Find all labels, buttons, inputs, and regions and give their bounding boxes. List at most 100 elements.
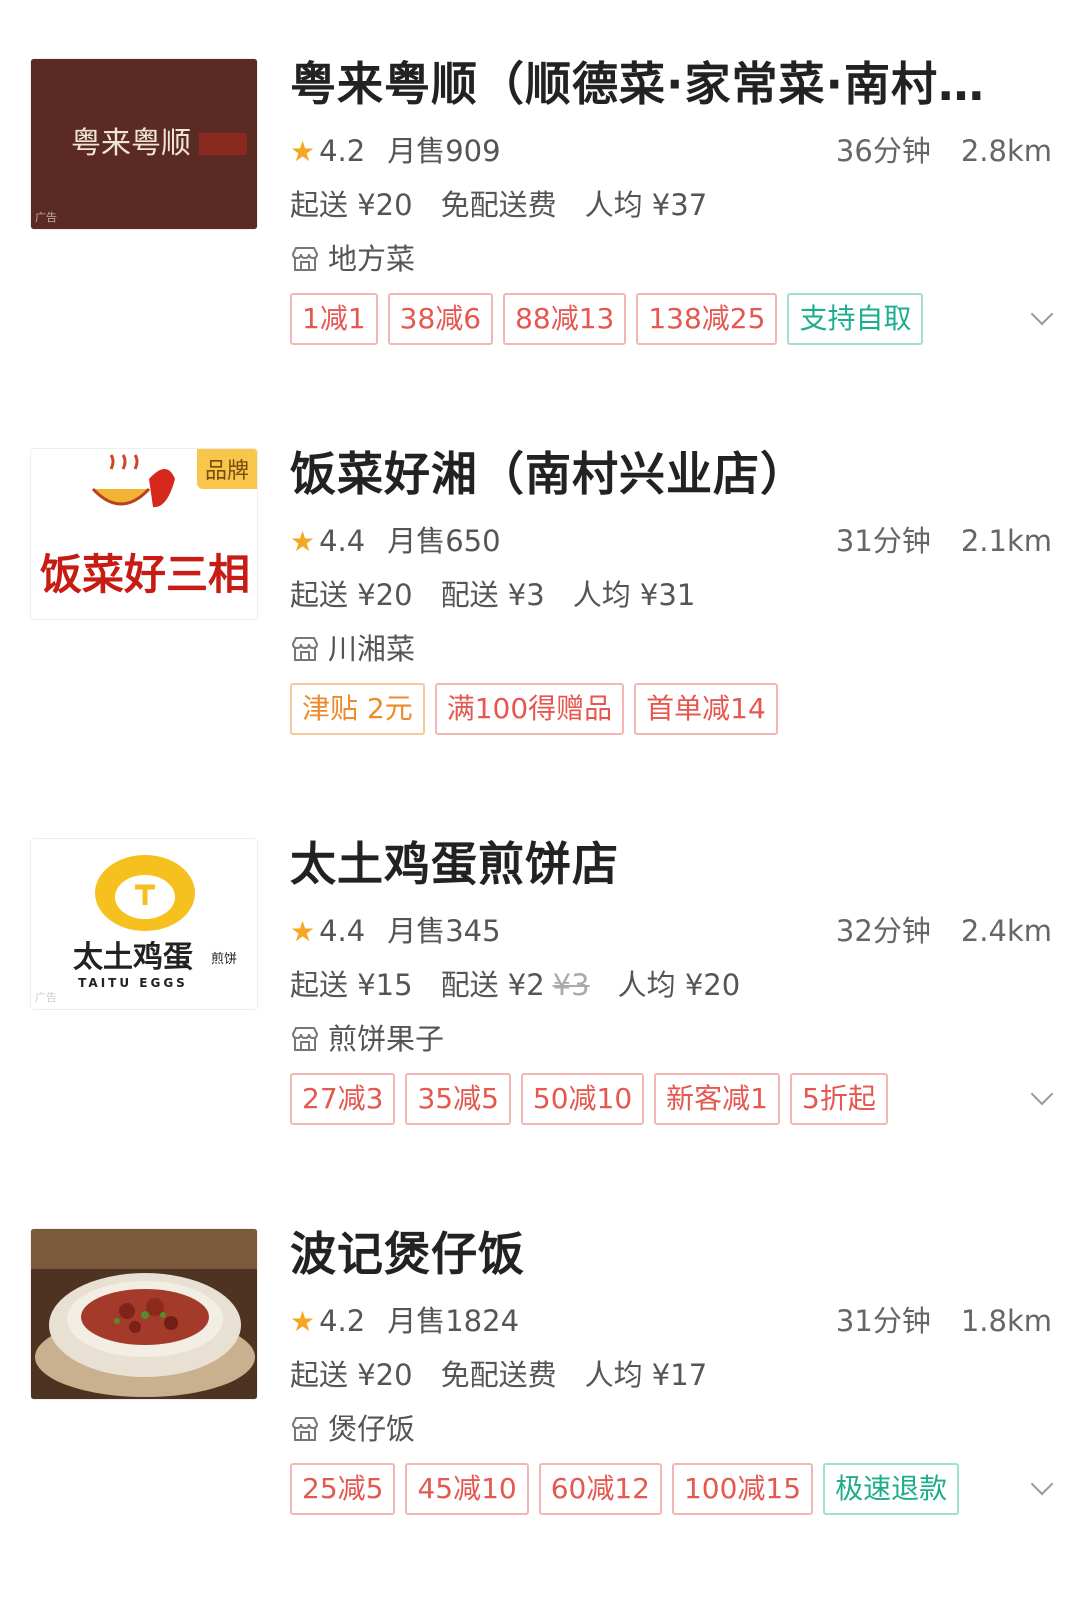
category: 地方菜 xyxy=(328,242,416,276)
store-info: 波记煲仔饭 ★ 4.2 月售1824 31分钟 1.8km 起送 ¥20 免配送费 人均 … xyxy=(290,1228,1060,1528)
promo-tags: 1减1 38减6 88减13 138减25 支持自取 xyxy=(290,293,924,345)
category: 川湘菜 xyxy=(328,632,416,666)
store-food-image xyxy=(31,1229,257,1399)
promo-tag[interactable]: 25减5 xyxy=(290,1463,396,1515)
rating: 4.2 xyxy=(319,1304,366,1338)
delivery-fee: 免配送费 xyxy=(440,188,557,222)
store-logo-image: 粤来粤顺 xyxy=(31,59,257,229)
store-name[interactable]: 饭菜好湘（南村兴业店） xyxy=(290,448,1040,500)
monthly-sales: 月售345 xyxy=(387,914,501,948)
star-icon: ★ xyxy=(290,1305,316,1338)
store-logo-image: 太土鸡蛋 煎饼 TAITU EGGS xyxy=(31,839,257,1009)
store-list: 粤来粤顺 广告 粤来粤顺（顺德菜·家常菜·南村… ★ 4.2 月售909 36分钟 2… xyxy=(0,0,1080,1554)
min-order: 起送 ¥20 xyxy=(290,188,413,222)
store-name[interactable]: 粤来粤顺（顺德菜·家常菜·南村… xyxy=(290,58,1040,110)
promo-tag[interactable]: 5折起 xyxy=(790,1073,888,1125)
store-info: 饭菜好湘（南村兴业店） ★ 4.4 月售650 31分钟 2.1km 起送 ¥20 配送… xyxy=(290,448,1060,748)
pickup-tag[interactable]: 支持自取 xyxy=(787,293,924,345)
promo-tag[interactable]: 60减12 xyxy=(538,1463,662,1515)
logo-text: 太土鸡蛋 xyxy=(73,940,193,975)
min-order: 起送 ¥15 xyxy=(290,968,413,1002)
store-thumbnail[interactable] xyxy=(30,1228,258,1400)
distance: 1.8km xyxy=(960,1304,1052,1338)
monthly-sales: 月售909 xyxy=(387,134,501,168)
subsidy-tag[interactable]: 津贴 2元 xyxy=(290,683,425,735)
rating-row: ★ 4.2 月售909 36分钟 2.8km xyxy=(290,128,1052,170)
promo-tag[interactable]: 35减5 xyxy=(405,1073,511,1125)
store-card[interactable]: 饭菜好三相 品牌 饭菜好湘（南村兴业店） ★ 4.4 月售650 31分钟 2.1km… xyxy=(0,448,1080,838)
promo-tag[interactable]: 27减3 xyxy=(290,1073,396,1125)
delivery-time: 31分钟 xyxy=(835,524,931,558)
store-card[interactable]: 波记煲仔饭 ★ 4.2 月售1824 31分钟 1.8km 起送 ¥20 免配送费 人均 … xyxy=(0,1228,1080,1618)
delivery-fee: 配送 ¥2 xyxy=(440,968,545,1002)
min-order: 起送 ¥20 xyxy=(290,578,413,612)
refund-tag[interactable]: 极速退款 xyxy=(823,1463,960,1515)
star-icon: ★ xyxy=(290,915,316,948)
star-icon: ★ xyxy=(290,135,316,168)
ad-label: 广告 xyxy=(35,211,57,224)
per-capita: 人均 ¥37 xyxy=(584,188,708,222)
logo-text: 粤来粤顺 xyxy=(71,126,191,161)
star-icon: ★ xyxy=(290,525,316,558)
delivery-fee: 免配送费 xyxy=(440,1358,557,1392)
rating: 4.2 xyxy=(319,134,366,168)
promo-tag[interactable]: 50减10 xyxy=(520,1073,645,1125)
min-order: 起送 ¥20 xyxy=(290,1358,413,1392)
delivery-time: 36分钟 xyxy=(835,134,931,168)
per-capita: 人均 ¥31 xyxy=(572,578,696,612)
monthly-sales: 月售1824 xyxy=(387,1304,520,1338)
logo-subtext: TAITU EGGS xyxy=(78,976,188,990)
rating-row: ★ 4.2 月售1824 31分钟 1.8km xyxy=(290,1298,1052,1340)
store-name[interactable]: 太土鸡蛋煎饼店 xyxy=(290,838,1040,890)
brand-badge: 品牌 xyxy=(196,449,257,489)
promo-tag[interactable]: 45减10 xyxy=(405,1463,529,1515)
rating: 4.4 xyxy=(319,914,366,948)
rating: 4.4 xyxy=(319,524,366,558)
category-row: 地方菜 xyxy=(290,236,415,278)
promo-tags: 25减5 45减10 60减12 100减15 极速退款 xyxy=(290,1463,960,1515)
shop-icon xyxy=(291,1027,319,1051)
distance: 2.8km xyxy=(960,134,1052,168)
category: 煎饼果子 xyxy=(328,1022,445,1056)
category-row: 煲仔饭 xyxy=(290,1406,415,1448)
store-thumbnail[interactable]: 太土鸡蛋 煎饼 TAITU EGGS 广告 xyxy=(30,838,258,1010)
monthly-sales: 月售650 xyxy=(387,524,501,558)
promo-tag[interactable]: 88减13 xyxy=(503,293,627,345)
store-card[interactable]: 太土鸡蛋 煎饼 TAITU EGGS 广告 太土鸡蛋煎饼店 ★ 4.4 月售345 … xyxy=(0,838,1080,1228)
delivery-time: 32分钟 xyxy=(835,914,931,948)
distance: 2.4km xyxy=(960,914,1052,948)
price-row: 起送 ¥15 配送 ¥2 ¥3 人均 ¥20 xyxy=(290,962,740,1004)
store-name[interactable]: 波记煲仔饭 xyxy=(290,1228,1040,1280)
store-thumbnail[interactable]: 饭菜好三相 品牌 xyxy=(30,448,258,620)
rating-row: ★ 4.4 月售345 32分钟 2.4km xyxy=(290,908,1052,950)
per-capita: 人均 ¥17 xyxy=(584,1358,708,1392)
price-row: 起送 ¥20 配送 ¥3 人均 ¥31 xyxy=(290,572,695,614)
delivery-time: 31分钟 xyxy=(835,1304,931,1338)
promo-tag[interactable]: 新客减1 xyxy=(654,1073,780,1125)
store-info: 粤来粤顺（顺德菜·家常菜·南村… ★ 4.2 月售909 36分钟 2.8km 起送 … xyxy=(290,58,1060,358)
promo-tag[interactable]: 138减25 xyxy=(636,293,778,345)
per-capita: 人均 ¥20 xyxy=(617,968,741,1002)
distance: 2.1km xyxy=(960,524,1052,558)
logo-small-text: 煎饼 xyxy=(211,951,237,967)
store-thumbnail[interactable]: 粤来粤顺 广告 xyxy=(30,58,258,230)
logo-text: 饭菜好三相 xyxy=(40,550,250,599)
category-row: 川湘菜 xyxy=(290,626,415,668)
category: 煲仔饭 xyxy=(328,1412,416,1446)
store-card[interactable]: 粤来粤顺 广告 粤来粤顺（顺德菜·家常菜·南村… ★ 4.2 月售909 36分钟 2… xyxy=(0,58,1080,448)
original-delivery-fee: ¥3 xyxy=(552,968,590,1002)
store-info: 太土鸡蛋煎饼店 ★ 4.4 月售345 32分钟 2.4km 起送 ¥15 配送 ¥2 ¥… xyxy=(290,838,1060,1138)
shop-icon xyxy=(291,637,319,661)
promo-tag[interactable]: 满100得赠品 xyxy=(434,683,625,735)
price-row: 起送 ¥20 免配送费 人均 ¥37 xyxy=(290,182,707,224)
rating-row: ★ 4.4 月售650 31分钟 2.1km xyxy=(290,518,1052,560)
promo-tag[interactable]: 38减6 xyxy=(387,293,494,345)
shop-icon xyxy=(291,247,319,271)
ad-label: 广告 xyxy=(35,991,57,1004)
promo-tag[interactable]: 首单减14 xyxy=(634,683,778,735)
promo-tag[interactable]: 100减15 xyxy=(671,1463,814,1515)
promo-tags: 津贴 2元 满100得赠品 首单减14 xyxy=(290,683,778,735)
promo-tag[interactable]: 1减1 xyxy=(290,293,378,345)
category-row: 煎饼果子 xyxy=(290,1016,444,1058)
price-row: 起送 ¥20 免配送费 人均 ¥17 xyxy=(290,1352,707,1394)
